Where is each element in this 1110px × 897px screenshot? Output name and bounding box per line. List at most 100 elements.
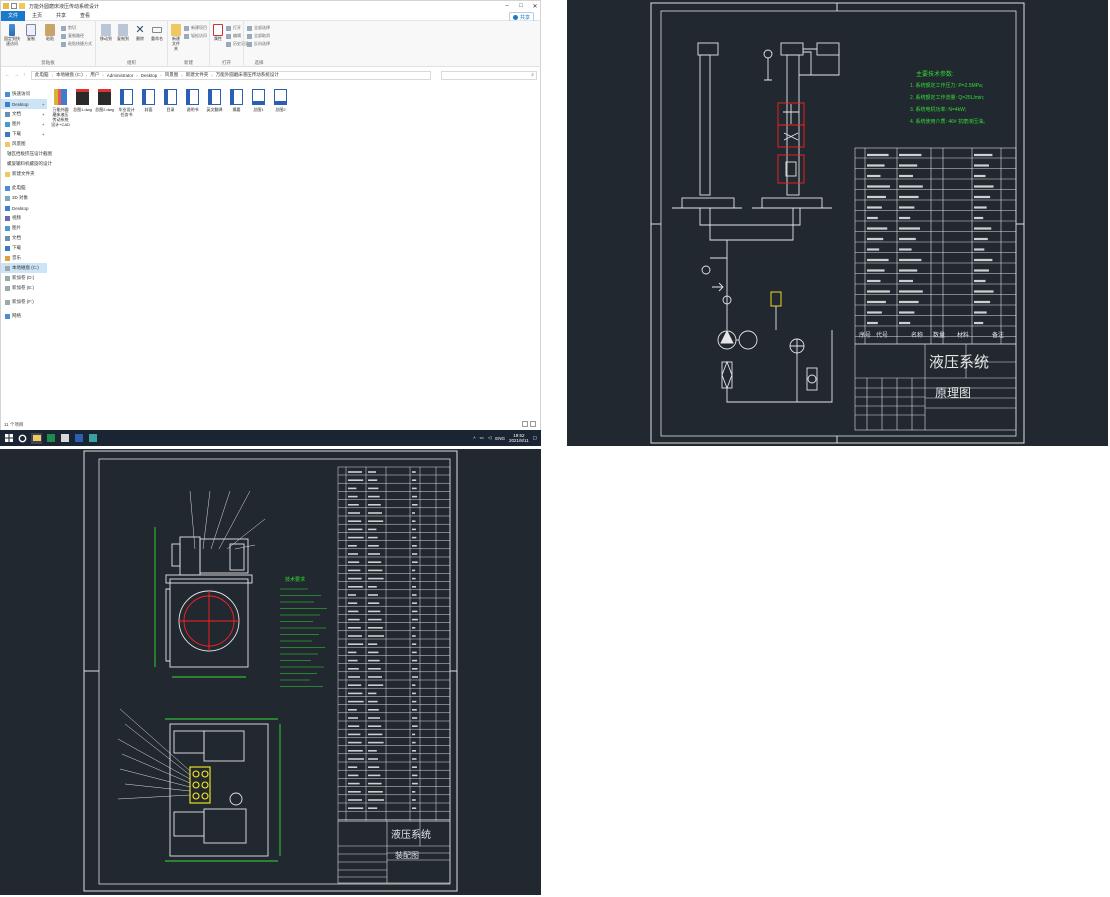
new-folder-button[interactable]: 新建文件夹 <box>171 24 181 51</box>
clock-date: 2021/8/11 <box>509 438 529 443</box>
select-all-button[interactable]: 全部选择 <box>247 25 270 31</box>
address-bar[interactable]: 此电脑 › 本地磁盘 (C:) › 用户 › Administrator › Desktop › 风… <box>31 70 431 80</box>
close-button[interactable]: ✕ <box>528 1 540 11</box>
minimize-button[interactable]: – <box>500 1 514 11</box>
file-item[interactable]: 总图1.dwg <box>73 87 92 127</box>
breadcrumb-item[interactable]: Administrator <box>107 73 134 78</box>
nav-pc-item[interactable]: 图片 <box>1 223 47 233</box>
details-view-icon[interactable] <box>522 421 528 427</box>
file-item[interactable]: 封面 <box>139 87 158 127</box>
breadcrumb-item[interactable]: 风景图 <box>165 72 179 78</box>
tab-file[interactable]: 文件 <box>1 10 26 21</box>
nav-network[interactable]: 网络 <box>1 311 47 321</box>
breadcrumb-item[interactable]: 本地磁盘 (C:) <box>56 72 83 78</box>
nav-pc-item[interactable]: 文档 <box>1 233 47 243</box>
new-item-button[interactable]: 新建项目 <box>184 25 207 31</box>
breadcrumb-separator[interactable]: › <box>211 73 213 78</box>
nav-quick-item[interactable]: 轴瓦挡板挤压设计截图 <box>1 149 52 159</box>
breadcrumb-separator[interactable]: › <box>86 73 88 78</box>
pin-button[interactable]: 固定到快速访问 <box>4 24 20 46</box>
leader-line <box>117 738 191 780</box>
breadcrumb-item[interactable]: Desktop <box>141 73 158 78</box>
easy-access-button[interactable]: 轻松访问 <box>184 33 207 39</box>
taskbar-word[interactable] <box>73 433 84 444</box>
tab-home[interactable]: 主页 <box>25 11 49 21</box>
search-taskbar-button[interactable] <box>17 433 28 444</box>
nav-quick-item[interactable]: 下载 ✦ <box>1 129 47 139</box>
file-item[interactable]: 万能外圆磨床液压传动系统设计+CAD <box>51 87 70 127</box>
breadcrumb-separator[interactable]: › <box>181 73 183 78</box>
file-item[interactable]: 总图2.dwg <box>95 87 114 127</box>
taskbar-excel[interactable] <box>45 433 56 444</box>
select-none-button[interactable]: 全部取消 <box>247 33 270 39</box>
paste-button[interactable]: 粘贴 <box>42 24 58 41</box>
paste-shortcut-button[interactable]: 粘贴快捷方式 <box>61 41 92 47</box>
cut-button[interactable]: 剪切 <box>61 25 92 31</box>
file-item[interactable]: 目录 <box>161 87 180 127</box>
nav-pc-item[interactable]: 音乐 <box>1 253 47 263</box>
nav-quick-item[interactable]: 文档 ✦ <box>1 109 47 119</box>
tab-share[interactable]: 共享 <box>49 11 73 21</box>
taskbar-photos[interactable] <box>59 433 70 444</box>
forward-arrow-icon[interactable]: → <box>14 72 19 78</box>
copy-to-button[interactable]: 复制到 <box>116 24 130 41</box>
breadcrumb-separator[interactable]: › <box>102 73 104 78</box>
clock[interactable]: 19:52 2021/8/11 <box>509 433 529 443</box>
breadcrumb-separator[interactable]: › <box>160 73 162 78</box>
photos-icon <box>60 434 69 442</box>
nav-quick-item[interactable]: 螺旋输料机螺旋的设计 <box>1 159 52 169</box>
file-item[interactable]: 摘要 <box>227 87 246 127</box>
breadcrumb-item[interactable]: 万能外圆磨床液压传动系统设计 <box>216 72 279 78</box>
nav-pc-item[interactable]: 3D 对象 <box>1 193 47 203</box>
tab-view[interactable]: 查看 <box>73 11 97 21</box>
nav-quick-item[interactable]: 风景图 <box>1 139 47 149</box>
search-input[interactable]: ⌕ <box>441 70 537 80</box>
start-button[interactable] <box>3 433 14 444</box>
up-arrow-icon[interactable]: ↑ <box>23 72 26 78</box>
copy-path-button[interactable]: 复制路径 <box>61 33 92 39</box>
assembly-canvas: 技术要求 液压系统 装配图 <box>83 450 458 892</box>
move-to-button[interactable]: 移动到 <box>99 24 113 41</box>
breadcrumb-separator[interactable]: › <box>52 73 54 78</box>
nav-quick-item[interactable]: 图片 ✦ <box>1 119 47 129</box>
notification-icon[interactable]: ▢ <box>533 435 537 441</box>
file-item[interactable]: 总图1 <box>249 87 268 127</box>
breadcrumb-item[interactable]: 用户 <box>90 72 99 78</box>
volume-icon[interactable]: ◁ <box>488 435 491 441</box>
nav-pc-item[interactable]: 视频 <box>1 213 47 223</box>
rename-button[interactable]: 重命名 <box>150 24 164 41</box>
file-item[interactable]: 英文翻译 <box>205 87 224 127</box>
file-item[interactable]: 总图2 <box>271 87 290 127</box>
nav-pc-item[interactable]: 新加卷 (E:) <box>1 283 47 293</box>
nav-quick-item[interactable]: 新建文件夹 <box>1 169 47 179</box>
properties-icon[interactable] <box>11 3 17 9</box>
network-icon[interactable]: ▭ <box>480 435 484 441</box>
new-folder-icon[interactable] <box>19 3 25 9</box>
file-item[interactable]: 毕业设计任务书 <box>117 87 136 127</box>
nav-quick-access[interactable]: 快速访问 <box>1 89 47 99</box>
chevron-up-icon[interactable]: ^ <box>473 436 475 441</box>
nav-this-pc[interactable]: 此电脑 <box>1 183 47 193</box>
taskbar-explorer[interactable] <box>31 432 42 444</box>
taskbar-app[interactable] <box>87 433 98 444</box>
nav-pc-item[interactable]: 本地磁盘 (C:) <box>1 263 47 273</box>
breadcrumb-separator[interactable]: › <box>136 73 138 78</box>
maximize-button[interactable]: □ <box>514 1 528 11</box>
input-language[interactable]: ENG <box>495 436 505 441</box>
delete-button[interactable]: ✕ 删除 <box>133 24 147 41</box>
back-arrow-icon[interactable]: ← <box>5 72 10 78</box>
copy-button[interactable]: 复制 <box>23 24 39 41</box>
nav-pc-item[interactable]: 新加卷 (D:) <box>1 273 47 283</box>
bom-header-index: 序号 <box>859 331 871 339</box>
file-item[interactable]: 说明书 <box>183 87 202 127</box>
nav-pc-item[interactable]: 下载 <box>1 243 47 253</box>
nav-quick-item[interactable]: Desktop ✦ <box>1 99 47 109</box>
breadcrumb-item[interactable]: 新建文件夹 <box>186 72 209 78</box>
nav-removable-drive[interactable]: 新加卷 (F:) <box>1 297 47 307</box>
nav-pc-item[interactable]: Desktop <box>1 203 47 213</box>
share-icon <box>512 14 518 20</box>
properties-button[interactable]: 属性 <box>213 24 223 41</box>
breadcrumb-item[interactable]: 此电脑 <box>35 72 49 78</box>
invert-selection-button[interactable]: 反向选择 <box>247 41 270 47</box>
large-icons-view-icon[interactable] <box>530 421 536 427</box>
